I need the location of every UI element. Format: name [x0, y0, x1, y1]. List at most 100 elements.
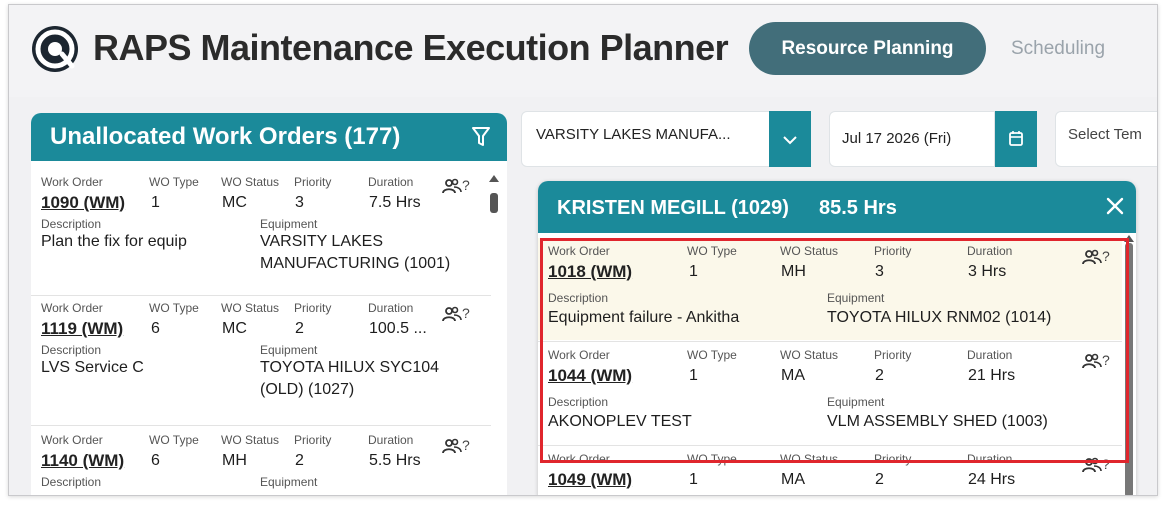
equipment-value: TOYOTA HILUX RNM02 (1014) — [827, 309, 1052, 326]
duration-label: Duration — [967, 244, 1013, 258]
people-icon — [1082, 352, 1102, 369]
equipment-label: Equipment — [260, 475, 318, 489]
wo-type-label: WO Type — [687, 244, 737, 258]
priority-value: 3 — [295, 194, 304, 211]
work-order-label: Work Order — [548, 348, 610, 362]
priority-value: 2 — [875, 367, 884, 384]
description-label: Description — [41, 343, 102, 357]
template-select[interactable]: Select Tem — [1055, 111, 1157, 167]
assign-resource-button[interactable]: ? — [442, 177, 470, 194]
wo-type-label: WO Type — [149, 433, 199, 447]
people-icon — [1082, 456, 1102, 473]
duration-value: 5.5 Hrs — [369, 452, 421, 469]
priority-value: 2 — [295, 452, 304, 469]
assign-resource-button[interactable]: ? — [1082, 456, 1110, 473]
scroll-up-arrow-icon[interactable] — [489, 175, 499, 182]
wo-type-label: WO Type — [149, 175, 199, 189]
close-icon[interactable] — [1104, 195, 1126, 222]
scroll-up-arrow-icon[interactable] — [1124, 235, 1134, 242]
scrollbar-thumb[interactable] — [490, 193, 498, 213]
priority-label: Priority — [294, 301, 332, 315]
resource-status: ? — [1102, 352, 1110, 368]
work-order-link[interactable]: 1140 (WM) — [41, 451, 124, 471]
work-order-label: Work Order — [41, 433, 103, 447]
work-order-link[interactable]: 1018 (WM) — [548, 262, 632, 282]
resource-header: KRISTEN MEGILL (1029) 85.5 Hrs — [538, 181, 1136, 233]
equipment-label: Equipment — [827, 291, 885, 305]
chevron-down-icon — [769, 136, 811, 171]
duration-label: Duration — [967, 452, 1013, 466]
wo-status-value: MC — [222, 194, 247, 211]
work-order-link[interactable]: 1090 (WM) — [41, 193, 125, 213]
priority-label: Priority — [294, 175, 332, 189]
calendar-icon — [995, 131, 1037, 171]
priority-label: Priority — [874, 452, 912, 466]
resource-name: KRISTEN MEGILL (1029) — [557, 197, 789, 219]
duration-value: 7.5 Hrs — [369, 194, 421, 211]
people-icon — [442, 305, 462, 322]
list-item[interactable]: Work Order WO Type WO Status Priority Du… — [31, 165, 507, 287]
resource-work-order-card[interactable]: Work Order WO Type WO Status Priority Du… — [538, 238, 1122, 340]
tab-resource-planning[interactable]: Resource Planning — [749, 22, 986, 75]
wo-type-value: 6 — [151, 320, 160, 337]
tab-scheduling[interactable]: Scheduling — [1011, 38, 1105, 60]
wo-status-label: WO Status — [221, 433, 280, 447]
description-label: Description — [548, 395, 609, 409]
work-order-label: Work Order — [548, 244, 610, 258]
work-order-link[interactable]: 1119 (WM) — [41, 319, 123, 339]
priority-label: Priority — [874, 348, 912, 362]
resource-status: ? — [1102, 456, 1110, 472]
wo-type-label: WO Type — [687, 348, 737, 362]
filter-bar: VARSITY LAKES MANUFA... Jul 17 2026 (Fri… — [521, 111, 1157, 167]
work-order-link[interactable]: 1044 (WM) — [548, 366, 632, 386]
work-order-link[interactable]: 1049 (WM) — [548, 470, 632, 490]
template-placeholder: Select Tem — [1068, 126, 1142, 143]
unallocated-header: Unallocated Work Orders (177) — [31, 113, 507, 161]
equipment-label: Equipment — [260, 217, 318, 231]
wo-status-label: WO Status — [780, 244, 839, 258]
wo-status-label: WO Status — [221, 301, 280, 315]
assign-resource-button[interactable]: ? — [442, 305, 470, 322]
date-value: Jul 17 2026 (Fri) — [842, 130, 952, 147]
equipment-label: Equipment — [260, 343, 318, 357]
assign-resource-button[interactable]: ? — [1082, 352, 1110, 369]
top-bar: RAPS Maintenance Execution Planner Resou… — [9, 5, 1157, 97]
wo-status-label: WO Status — [221, 175, 280, 189]
unallocated-work-orders-panel: Unallocated Work Orders (177) Work Order… — [31, 113, 507, 495]
wo-status-label: WO Status — [780, 348, 839, 362]
priority-value: 2 — [875, 471, 884, 488]
assign-resource-button[interactable]: ? — [442, 437, 470, 454]
resource-status: ? — [462, 305, 470, 321]
description-value: Equipment failure - Ankitha — [548, 309, 740, 326]
unallocated-title: Unallocated Work Orders (177) — [50, 123, 401, 150]
description-label: Description — [41, 217, 102, 231]
wo-status-label: WO Status — [780, 452, 839, 466]
assign-resource-button[interactable]: ? — [1082, 248, 1110, 265]
priority-label: Priority — [874, 244, 912, 258]
equipment-value: VLM ASSEMBLY SHED (1003) — [827, 413, 1048, 430]
description-value: LVS Service C — [41, 359, 144, 376]
resource-panel: KRISTEN MEGILL (1029) 85.5 Hrs Work Orde… — [538, 181, 1136, 495]
site-select[interactable]: VARSITY LAKES MANUFA... — [521, 111, 783, 167]
wo-status-value: MC — [222, 320, 247, 337]
wo-status-value: MA — [781, 471, 805, 488]
resource-work-order-card[interactable]: Work Order WO Type WO Status Priority Du… — [538, 446, 1122, 495]
app-title: RAPS Maintenance Execution Planner — [93, 27, 729, 68]
wo-type-value: 6 — [151, 452, 160, 469]
people-icon — [1082, 248, 1102, 265]
list-item[interactable]: Work Order WO Type WO Status Priority Du… — [31, 425, 507, 495]
scrollbar-thumb[interactable] — [1125, 243, 1133, 495]
site-dropdown-button[interactable] — [769, 111, 811, 167]
work-order-label: Work Order — [548, 452, 610, 466]
list-item[interactable]: Work Order WO Type WO Status Priority Du… — [31, 293, 507, 423]
people-icon — [442, 177, 462, 194]
resource-work-order-card[interactable]: Work Order WO Type WO Status Priority Du… — [538, 342, 1122, 444]
filter-icon[interactable] — [471, 126, 491, 153]
wo-type-label: WO Type — [687, 452, 737, 466]
description-label: Description — [41, 475, 102, 489]
wo-status-value: MH — [222, 452, 247, 469]
equipment-value-line2: MANUFACTURING (1001) — [260, 255, 451, 272]
date-picker-button[interactable] — [995, 111, 1037, 167]
duration-label: Duration — [368, 175, 414, 189]
date-field[interactable]: Jul 17 2026 (Fri) — [829, 111, 995, 167]
